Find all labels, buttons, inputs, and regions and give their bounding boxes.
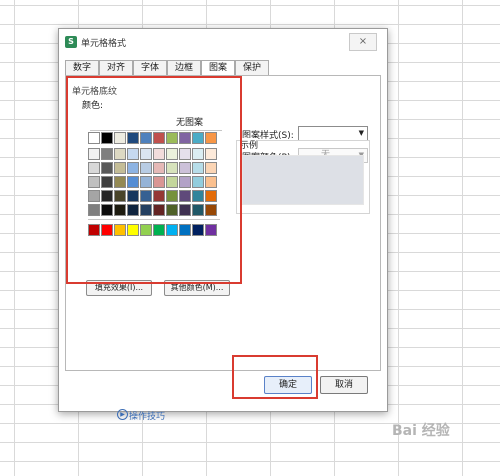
tab-number[interactable]: 数字	[65, 60, 99, 75]
dialog-title: 单元格格式	[81, 39, 127, 49]
tab-border[interactable]: 边框	[167, 60, 201, 75]
sample-preview	[242, 155, 364, 205]
close-icon: ×	[358, 36, 368, 47]
tab-pattern[interactable]: 图案	[201, 60, 235, 76]
dialog-titlebar: S 单元格格式 ×	[59, 29, 387, 55]
tab-protection[interactable]: 保护	[235, 60, 269, 75]
tips-label: 操作技巧	[129, 412, 166, 422]
watermark: Bai 经验	[392, 423, 450, 439]
chevron-down-icon: ▼	[358, 129, 364, 137]
pattern-style-select[interactable]: ▼	[298, 126, 368, 141]
play-icon: ▶	[117, 409, 128, 420]
highlight-ok-box	[232, 355, 318, 399]
operation-tips-link[interactable]: ▶ 操作技巧	[117, 409, 166, 422]
close-button[interactable]: ×	[349, 33, 377, 51]
tab-alignment[interactable]: 对齐	[99, 60, 133, 75]
cancel-button[interactable]: 取消	[320, 376, 368, 394]
app-icon: S	[65, 36, 77, 48]
tab-font[interactable]: 字体	[133, 60, 167, 75]
highlight-shading-box	[66, 76, 242, 284]
sample-title: 示例	[240, 138, 259, 151]
